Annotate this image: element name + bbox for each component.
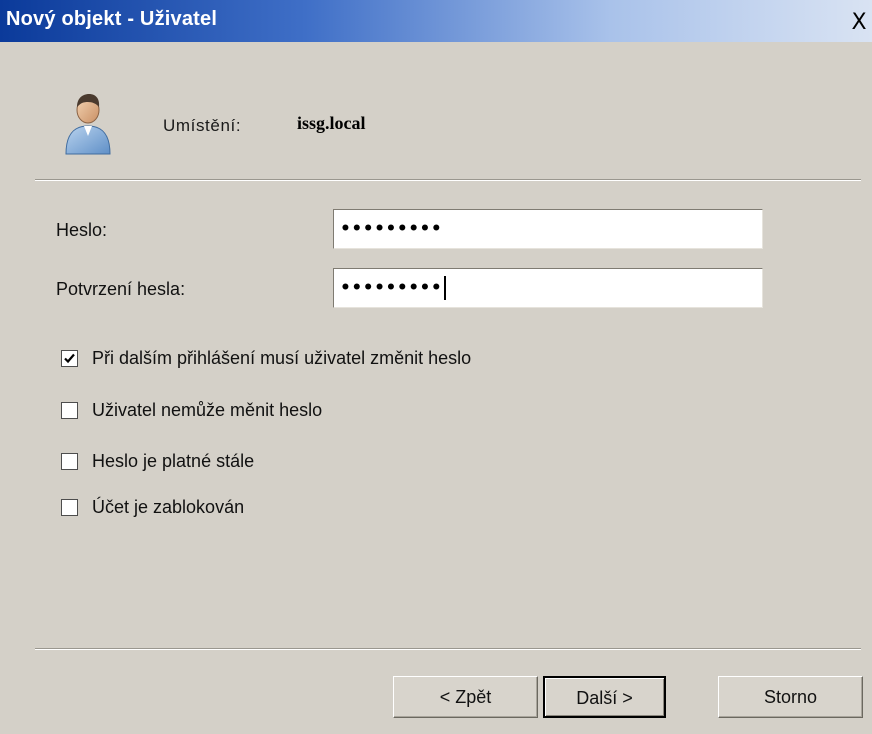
- title-bar[interactable]: Nový objekt - Uživatel X: [0, 0, 872, 42]
- checkbox-checked[interactable]: [61, 350, 78, 367]
- checkbox-unchecked[interactable]: [61, 402, 78, 419]
- text-caret: [444, 276, 447, 300]
- next-button[interactable]: Další >: [543, 676, 666, 718]
- confirm-password-label: Potvrzení hesla:: [56, 279, 186, 299]
- option-label: Při dalším přihlášení musí uživatel změn…: [92, 348, 472, 368]
- password-field[interactable]: •••••••••: [333, 209, 763, 249]
- option-label: Uživatel nemůže měnit heslo: [92, 400, 323, 420]
- password-label: Heslo:: [56, 220, 108, 240]
- new-user-dialog: Nový objekt - Uživatel X Umístění: issg.…: [0, 0, 872, 734]
- checkbox-unchecked[interactable]: [61, 499, 78, 516]
- option-label: Účet je zablokován: [92, 497, 245, 517]
- cancel-button[interactable]: Storno: [718, 676, 863, 718]
- bottom-separator: [35, 648, 861, 650]
- close-icon[interactable]: X: [848, 12, 870, 34]
- checkmark-icon: [64, 353, 75, 364]
- option-label: Heslo je platné stále: [92, 451, 255, 471]
- location-value: issg.local: [297, 113, 366, 133]
- confirm-password-mask: •••••••••: [340, 278, 443, 298]
- user-icon: [58, 90, 118, 156]
- confirm-password-field[interactable]: •••••••••: [333, 268, 763, 308]
- top-separator: [35, 179, 861, 181]
- window-title: Nový objekt - Uživatel: [6, 8, 218, 30]
- back-button[interactable]: < Zpět: [393, 676, 538, 718]
- password-mask: •••••••••: [340, 219, 443, 239]
- location-label: Umístění:: [163, 116, 242, 135]
- checkbox-unchecked[interactable]: [61, 453, 78, 470]
